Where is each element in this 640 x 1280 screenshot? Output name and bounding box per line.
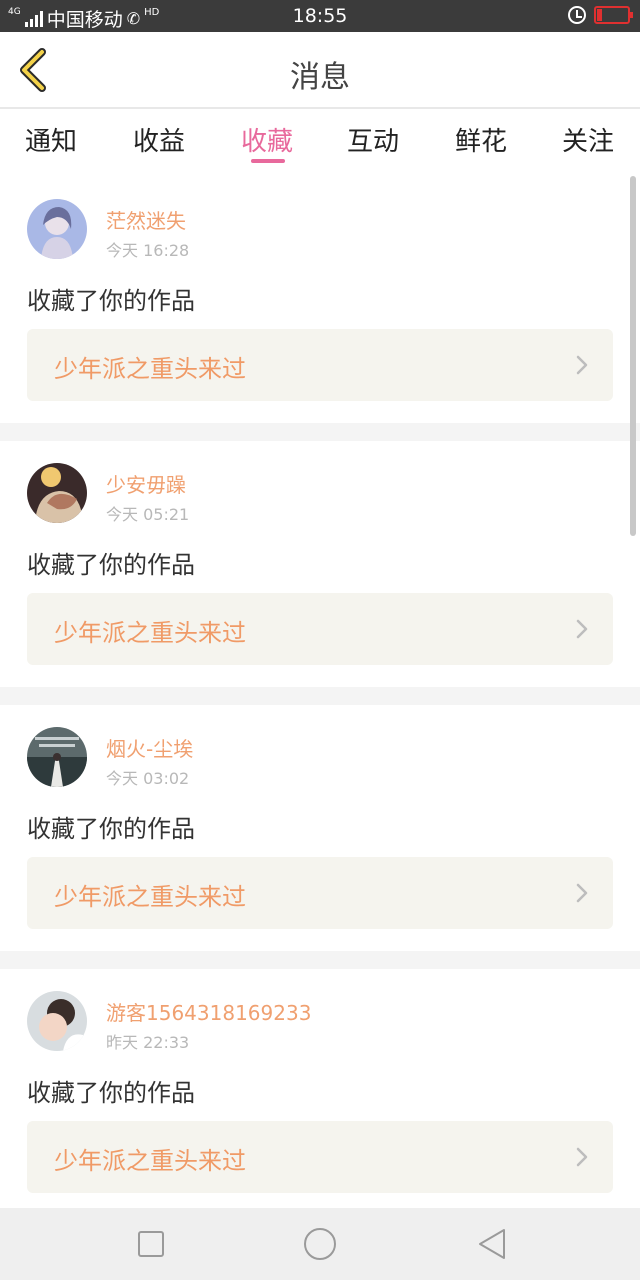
- chevron-right-icon: [576, 1147, 588, 1167]
- action-text: 收藏了你的作品: [27, 815, 195, 843]
- chevron-right-icon: [576, 619, 588, 639]
- timestamp: 昨天 22:33: [106, 1033, 190, 1052]
- action-text: 收藏了你的作品: [27, 551, 195, 579]
- back-nav-button[interactable]: [474, 1226, 510, 1262]
- chevron-right-icon: [576, 883, 588, 903]
- work-link[interactable]: 少年派之重头来过: [27, 1121, 613, 1193]
- message-card: 少安毋躁 今天 05:21 收藏了你的作品 少年派之重头来过: [0, 441, 640, 687]
- work-title: 少年派之重头来过: [54, 619, 246, 647]
- battery-level: [597, 9, 602, 21]
- avatar-image: [27, 199, 87, 259]
- tab-flowers[interactable]: 鲜花: [426, 121, 536, 158]
- action-text: 收藏了你的作品: [27, 287, 195, 315]
- avatar-image: [27, 991, 87, 1051]
- username[interactable]: 游客1564318169233: [106, 997, 311, 1026]
- work-link[interactable]: 少年派之重头来过: [27, 329, 613, 401]
- app-header: 消息: [0, 32, 640, 109]
- tab-bar: 通知 收益 收藏 互动 鲜花 关注: [0, 109, 640, 177]
- avatar-image: [27, 463, 87, 523]
- username[interactable]: 少安毋躁: [106, 469, 186, 498]
- username[interactable]: 烟火-尘埃: [106, 733, 193, 762]
- action-text: 收藏了你的作品: [27, 1079, 195, 1107]
- circle-icon: [304, 1228, 336, 1260]
- timestamp: 今天 05:21: [106, 505, 190, 524]
- scrollbar[interactable]: [630, 176, 636, 536]
- message-card: 烟火-尘埃 今天 03:02 收藏了你的作品 少年派之重头来过: [0, 705, 640, 951]
- work-title: 少年派之重头来过: [54, 355, 246, 383]
- timestamp: 今天 16:28: [106, 241, 190, 260]
- avatar[interactable]: [27, 463, 87, 523]
- recent-apps-button[interactable]: [133, 1226, 169, 1262]
- tab-favorites[interactable]: 收藏: [212, 121, 322, 158]
- work-link[interactable]: 少年派之重头来过: [27, 857, 613, 929]
- work-link[interactable]: 少年派之重头来过: [27, 593, 613, 665]
- status-right: [568, 6, 633, 24]
- username[interactable]: 茫然迷失: [106, 205, 186, 234]
- avatar[interactable]: [27, 727, 87, 787]
- message-card: 游客1564318169233 昨天 22:33 收藏了你的作品 少年派之重头来…: [0, 969, 640, 1215]
- avatar-image: [27, 727, 87, 787]
- message-card: 茫然迷失 今天 16:28 收藏了你的作品 少年派之重头来过: [0, 177, 640, 423]
- alarm-icon: [568, 6, 586, 24]
- status-time: 18:55: [292, 5, 348, 27]
- tab-notifications[interactable]: 通知: [0, 121, 106, 158]
- tab-follows[interactable]: 关注: [533, 121, 640, 158]
- avatar[interactable]: [27, 991, 87, 1051]
- battery-icon: [594, 6, 633, 24]
- square-icon: [138, 1231, 164, 1257]
- page-title: 消息: [290, 60, 350, 95]
- home-button[interactable]: [302, 1226, 338, 1262]
- chevron-right-icon: [576, 355, 588, 375]
- tab-interactions[interactable]: 互动: [318, 121, 428, 158]
- status-bar: 4G 中国移动 ✆ HD 18:55: [0, 0, 640, 32]
- work-title: 少年派之重头来过: [54, 883, 246, 911]
- tab-earnings[interactable]: 收益: [104, 121, 214, 158]
- work-title: 少年派之重头来过: [54, 1147, 246, 1175]
- active-tab-indicator: [251, 159, 285, 163]
- timestamp: 今天 03:02: [106, 769, 190, 788]
- avatar[interactable]: [27, 199, 87, 259]
- triangle-back-icon: [479, 1229, 505, 1259]
- system-nav-bar: [0, 1208, 640, 1280]
